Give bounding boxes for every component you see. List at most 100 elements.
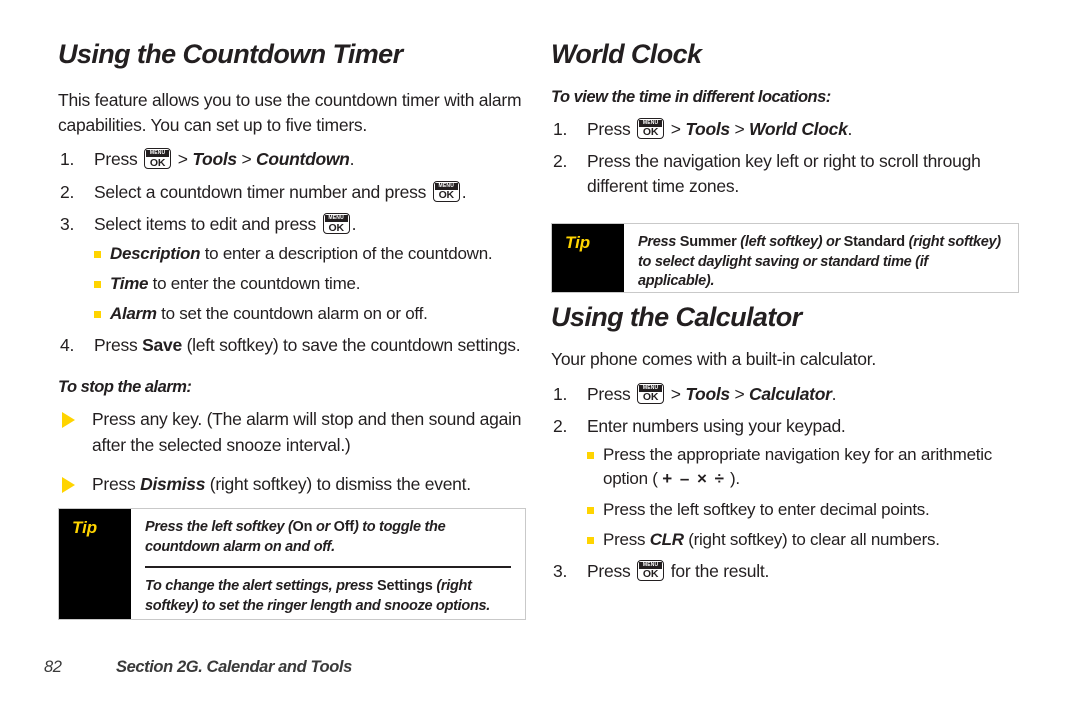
tip-label: Tip: [552, 224, 624, 292]
triangle-arrow-bullet-icon: [62, 412, 75, 429]
menu-ok-key-icon: MENU OK: [637, 117, 665, 139]
emphasis-menu-item: Press: [638, 234, 680, 250]
emphasis-softkey: Off: [333, 519, 355, 535]
menu-separator: >: [666, 383, 686, 404]
list-item: Alarm to set the countdown alarm on or o…: [94, 302, 526, 326]
left-column: Using the Countdown Timer This feature a…: [58, 39, 526, 511]
list-item-number: 3.: [553, 560, 568, 581]
manual-page: Using the Countdown Timer This feature a…: [0, 0, 1080, 720]
list-item: 3. Press MENU OK for the result.: [551, 559, 1019, 584]
ok-key-label: OK: [328, 221, 344, 234]
list-item-text: Press MENU OK > Tools > World Clock.: [587, 117, 852, 139]
sub-bullet-list: Description to enter a description of th…: [94, 242, 526, 326]
text-run: Press: [603, 529, 650, 549]
tip-divider: [145, 566, 511, 569]
emphasis-menu-item: Tools: [685, 383, 730, 404]
page-footer: 82 Section 2G. Calendar and Tools: [44, 658, 352, 677]
menu-ok-key-icon: MENU OK: [637, 382, 665, 404]
list-item: Press the left softkey to enter decimal …: [587, 498, 1019, 522]
page-title-countdown: Using the Countdown Timer: [58, 39, 403, 69]
right-column: World Clock To view the time in differen…: [551, 39, 1019, 207]
emphasis-menu-item: Press the left softkey (: [145, 519, 293, 535]
list-item: Press any key. (The alarm will stop and …: [58, 407, 526, 458]
tip-body: Press Summer (left softkey) or Standard …: [624, 224, 1018, 292]
text-run: .: [831, 383, 837, 404]
menu-ok-key-icon: MENU OK: [637, 559, 665, 581]
list-item: 3. Select items to edit and press MENU OK.…: [58, 212, 526, 326]
text-run: Enter numbers using your keypad.: [587, 415, 846, 436]
ok-key-label: OK: [438, 189, 455, 202]
list-item: 1. Press MENU OK > Tools > World Clock.: [551, 117, 1019, 142]
emphasis-softkey: Summer: [679, 234, 737, 250]
countdown-intro-text: This feature allows you to use the count…: [58, 89, 522, 135]
list-item-number: 4.: [60, 334, 75, 355]
list-item-text: Select a countdown timer number and pres…: [94, 180, 467, 202]
text-run: Select a countdown timer number and pres…: [94, 181, 431, 202]
page-title-calculator: Using the Calculator: [551, 302, 802, 332]
text-run: Press any key. (The alarm will stop and …: [92, 409, 522, 455]
arithmetic-operators: + – × ÷: [662, 469, 726, 489]
list-item: Time to enter the countdown time.: [94, 272, 526, 296]
stop-alarm-subhead: To stop the alarm:: [58, 378, 192, 397]
text-run: Press: [94, 334, 143, 355]
list-item-number: 1.: [553, 118, 568, 139]
calculator-section: Using the Calculator Your phone comes wi…: [551, 302, 1019, 591]
text-run: Press the navigation key left or right t…: [587, 151, 981, 197]
list-item: Press CLR (right softkey) to clear all n…: [587, 528, 1019, 552]
menu-ok-key-icon: MENU OK: [144, 148, 172, 170]
text-run: Press: [92, 474, 141, 494]
emphasis-menu-item: or: [312, 519, 334, 535]
list-item-number: 2.: [553, 415, 568, 436]
list-item: Description to enter a description of th…: [94, 242, 526, 266]
emphasis-softkey: CLR: [649, 529, 684, 549]
list-item-number: 2.: [553, 151, 568, 172]
tip-paragraph: Press Summer (left softkey) or Standard …: [638, 233, 1004, 292]
text-run: Select items to edit and press: [94, 214, 321, 235]
emphasis-menu-item: Alarm: [110, 303, 157, 323]
emphasis-menu-item: Tools: [685, 118, 730, 139]
emphasis-menu-item: Calculator: [749, 383, 832, 404]
emphasis-softkey: Settings: [377, 578, 433, 595]
text-run: for the result.: [666, 560, 770, 581]
footer-section-label: Section 2G. Calendar and Tools: [116, 658, 352, 676]
list-item-text: Enter numbers using your keypad.: [587, 416, 846, 436]
ok-key-label: OK: [149, 156, 166, 169]
text-run: Press: [587, 560, 636, 581]
list-item-text: Press MENU OK > Tools > Countdown.: [94, 148, 354, 170]
calculator-intro-text: Your phone comes with a built-in calcula…: [551, 348, 876, 369]
tip-paragraph: Press the left softkey (On or Off) to to…: [145, 518, 511, 557]
countdown-steps-list: 1. Press MENU OK > Tools > Countdown. 2. Sel…: [58, 147, 526, 358]
text-run: Press: [587, 383, 636, 404]
text-run: .: [461, 181, 467, 202]
tip-box-world-clock: Tip Press Summer (left softkey) or Stand…: [551, 223, 1019, 293]
stop-alarm-arrow-list: Press any key. (The alarm will stop and …: [58, 407, 526, 497]
emphasis-softkey: Standard: [843, 234, 905, 250]
page-number: 82: [44, 658, 62, 676]
list-item: Press the appropriate navigation key for…: [587, 443, 1019, 491]
menu-ok-key-icon: MENU OK: [432, 180, 460, 202]
list-item-text: Press MENU OK for the result.: [587, 559, 770, 581]
list-item-number: 2.: [60, 181, 75, 202]
sub-bullet-list: Press the appropriate navigation key for…: [587, 443, 1019, 552]
list-item: 1. Press MENU OK > Tools > Calculator.: [551, 382, 1019, 407]
emphasis-menu-item: Tools: [192, 149, 237, 170]
menu-separator: >: [729, 383, 750, 404]
text-run: to enter the countdown time.: [148, 273, 361, 293]
list-item: 2. Enter numbers using your keypad. Press …: [551, 414, 1019, 552]
ok-key-label: OK: [642, 391, 659, 404]
list-item: 2. Select a countdown timer number and pr…: [58, 180, 526, 205]
menu-separator: >: [173, 149, 193, 170]
emphasis-softkey: On: [292, 519, 313, 535]
text-run: (right softkey) to dismiss the event.: [205, 474, 471, 494]
list-item: 2. Press the navigation key left or right…: [551, 149, 1019, 200]
list-item-number: 1.: [553, 383, 568, 404]
text-run: Press: [587, 118, 636, 139]
world-clock-subhead: To view the time in different locations:: [551, 87, 831, 106]
list-item-number: 1.: [60, 149, 75, 170]
text-run: (right softkey) to clear all numbers.: [683, 529, 940, 549]
emphasis-softkey: Save: [142, 334, 182, 355]
tip-body: Press the left softkey (On or Off) to to…: [131, 509, 525, 619]
list-item-text: Press Dismiss (right softkey) to dismiss…: [92, 474, 471, 494]
ok-key-label: OK: [642, 126, 659, 139]
list-item-text: Press any key. (The alarm will stop and …: [92, 409, 522, 455]
